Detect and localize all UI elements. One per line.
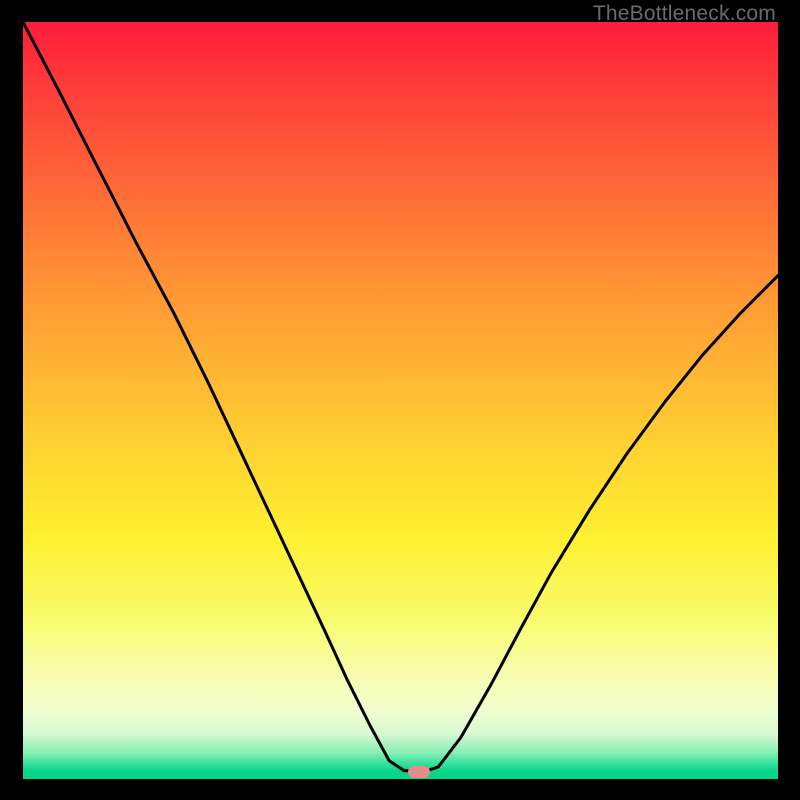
curve-path	[23, 22, 778, 771]
optimum-marker	[408, 766, 430, 778]
plot-area	[23, 22, 778, 779]
chart-frame: TheBottleneck.com	[0, 0, 800, 800]
bottleneck-curve	[23, 22, 778, 779]
